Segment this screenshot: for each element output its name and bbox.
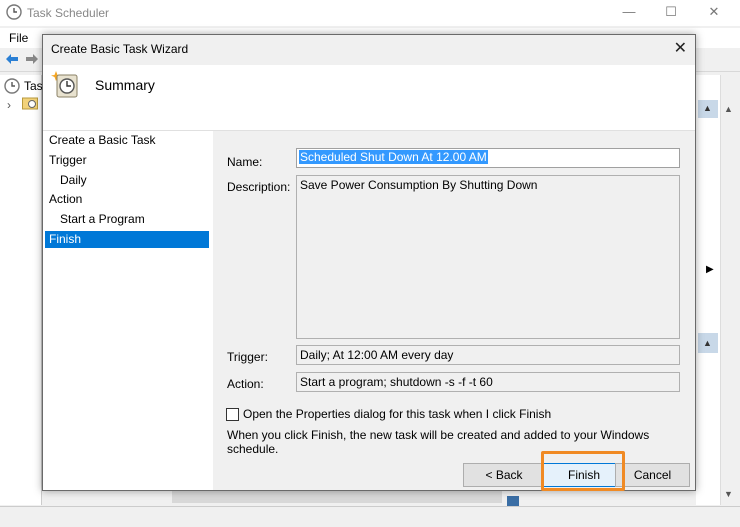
name-value: Scheduled Shut Down At 12.00 AM xyxy=(299,150,488,164)
description-field[interactable]: Save Power Consumption By Shutting Down xyxy=(296,175,680,339)
forward-arrow-icon[interactable] xyxy=(25,53,39,65)
collapse-up-icon[interactable]: ▲ xyxy=(703,103,712,113)
minimize-button[interactable]: — xyxy=(619,4,639,19)
open-properties-checkbox[interactable] xyxy=(226,408,239,421)
description-label: Description: xyxy=(227,180,291,194)
clock-icon xyxy=(4,78,20,94)
trigger-label: Trigger: xyxy=(227,350,268,364)
expand-right-icon[interactable]: ▶ xyxy=(706,264,714,275)
step-finish[interactable]: Finish xyxy=(45,231,209,248)
name-label: Name: xyxy=(227,155,263,169)
tree-pane xyxy=(0,75,42,505)
action-field: Start a program; shutdown -s -f -t 60 xyxy=(296,372,680,392)
description-value: Save Power Consumption By Shutting Down xyxy=(300,178,538,192)
action-label: Action: xyxy=(227,377,264,391)
cancel-button[interactable]: Cancel xyxy=(615,463,690,487)
dialog-header: Summary xyxy=(43,65,695,131)
clock-icon xyxy=(6,4,22,20)
status-bar xyxy=(0,506,740,527)
maximize-button[interactable]: ☐ xyxy=(661,4,681,20)
task-wizard-icon xyxy=(51,71,78,98)
step-start-a-program[interactable]: Start a Program xyxy=(45,211,209,228)
menu-file[interactable]: File xyxy=(9,31,28,45)
finish-info-text: When you click Finish, the new task will… xyxy=(227,428,650,456)
trigger-value: Daily; At 12:00 AM every day xyxy=(300,348,454,362)
back-arrow-icon[interactable] xyxy=(5,53,19,65)
vertical-scrollbar[interactable] xyxy=(720,75,740,505)
action-value: Start a program; shutdown -s -f -t 60 xyxy=(300,375,493,389)
dialog-title: Create Basic Task Wizard xyxy=(51,42,189,56)
step-action[interactable]: Action xyxy=(45,191,209,208)
step-create-basic-task[interactable]: Create a Basic Task xyxy=(45,132,209,149)
close-window-button[interactable]: ✕ xyxy=(704,4,724,20)
panel-icon xyxy=(507,496,519,506)
folder-clock-icon[interactable] xyxy=(22,96,38,110)
horizontal-scrollbar[interactable] xyxy=(172,489,502,503)
open-properties-label[interactable]: Open the Properties dialog for this task… xyxy=(243,407,551,421)
create-basic-task-wizard-dialog: Create Basic Task Wizard ✕ Summary Creat… xyxy=(42,34,696,491)
collapse-up-icon-2[interactable]: ▲ xyxy=(703,338,712,348)
main-window-title: Task Scheduler xyxy=(27,6,110,20)
back-button[interactable]: < Back xyxy=(463,463,545,487)
chevron-right-icon[interactable]: › xyxy=(7,98,11,112)
wizard-steps-list: Create a Basic Task Trigger Daily Action… xyxy=(43,131,213,490)
page-title: Summary xyxy=(95,77,155,93)
finish-button[interactable]: Finish xyxy=(543,463,625,487)
step-trigger[interactable]: Trigger xyxy=(45,152,209,169)
scroll-down-icon[interactable]: ▼ xyxy=(724,489,733,499)
step-daily[interactable]: Daily xyxy=(45,172,209,189)
trigger-field: Daily; At 12:00 AM every day xyxy=(296,345,680,365)
scroll-up-icon[interactable]: ▲ xyxy=(724,104,733,114)
close-icon[interactable]: ✕ xyxy=(674,38,687,58)
name-field[interactable]: Scheduled Shut Down At 12.00 AM xyxy=(296,148,680,168)
